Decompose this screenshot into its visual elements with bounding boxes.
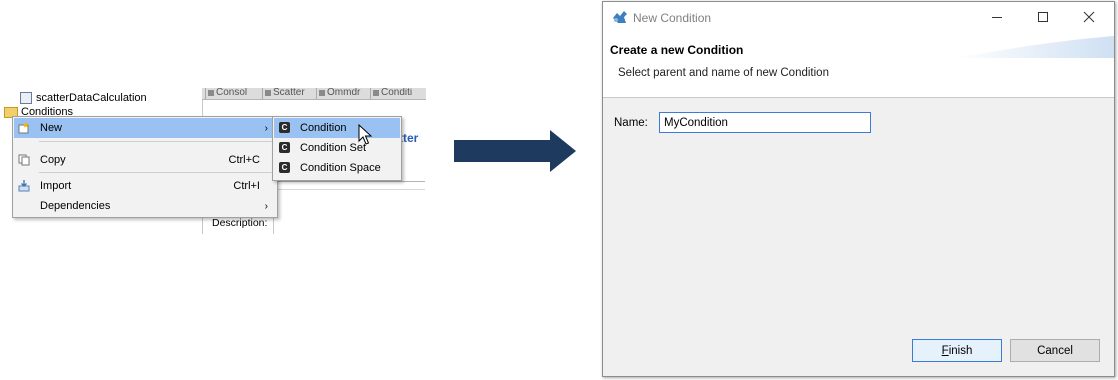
editor-divider bbox=[277, 181, 425, 190]
dialog-header-message: Select parent and name of new Condition bbox=[618, 67, 829, 79]
finish-label-rest: inish bbox=[948, 344, 973, 357]
minimize-icon[interactable] bbox=[988, 8, 1006, 26]
header-banner-graphic bbox=[954, 36, 1114, 58]
menu-item-dependencies[interactable]: Dependencies › bbox=[14, 196, 276, 216]
dialog-title: New Condition bbox=[633, 11, 712, 25]
screenshot-stage: Consol Scatter Ommdr Conditi tter Descri… bbox=[0, 0, 1118, 380]
app-icon bbox=[613, 11, 627, 23]
menu-separator bbox=[39, 141, 275, 142]
editor-tab[interactable]: Consol bbox=[205, 88, 260, 99]
submenu-item-label: Condition bbox=[300, 122, 347, 134]
cancel-button[interactable]: Cancel bbox=[1010, 339, 1100, 362]
editor-tab-strip: Consol Scatter Ommdr Conditi bbox=[202, 88, 426, 100]
menu-item-label: Dependencies bbox=[40, 200, 111, 212]
file-icon bbox=[20, 92, 32, 104]
import-icon bbox=[18, 180, 30, 192]
condition-icon: C bbox=[279, 122, 290, 133]
dialog-header: Create a new Condition Select parent and… bbox=[603, 32, 1114, 98]
editor-tab[interactable]: Conditi bbox=[370, 88, 426, 99]
chevron-right-icon: › bbox=[264, 200, 268, 212]
menu-separator bbox=[39, 172, 275, 173]
menu-item-label: New bbox=[40, 122, 63, 134]
close-icon[interactable] bbox=[1080, 8, 1098, 26]
mouse-pointer-icon bbox=[358, 124, 373, 145]
shortcut-label: Ctrl+I bbox=[233, 180, 260, 192]
description-label: Description: bbox=[212, 217, 268, 229]
condition-space-icon: C bbox=[279, 162, 290, 173]
tree-item-scatter[interactable]: scatterDataCalculation bbox=[20, 90, 147, 106]
submenu-item-condition[interactable]: C Condition bbox=[274, 118, 400, 138]
name-label: Name: bbox=[614, 117, 648, 129]
name-input[interactable] bbox=[659, 112, 871, 133]
submenu-item-condition-set[interactable]: C Condition Set bbox=[274, 138, 400, 158]
new-icon bbox=[18, 122, 29, 134]
editor-tab[interactable]: Ommdr bbox=[316, 88, 368, 99]
submenu-item-condition-space[interactable]: C Condition Space bbox=[274, 158, 400, 178]
maximize-icon[interactable] bbox=[1034, 8, 1052, 26]
copy-icon bbox=[18, 154, 30, 166]
dialog-titlebar: New Condition bbox=[603, 2, 1114, 32]
menu-item-new[interactable]: New › bbox=[14, 118, 276, 138]
menu-item-label: Copy bbox=[40, 154, 66, 166]
menu-item-copy[interactable]: Copy Ctrl+C bbox=[14, 150, 276, 170]
new-submenu: C Condition C Condition Set C Condition … bbox=[272, 116, 402, 181]
editor-tab[interactable]: Scatter bbox=[262, 88, 314, 99]
finish-button[interactable]: Finish bbox=[912, 339, 1002, 362]
submenu-item-label: Condition Space bbox=[300, 162, 381, 174]
menu-item-label: Import bbox=[40, 180, 72, 192]
context-menu: New › Copy Ctrl+C Import Ctrl+I Dependen… bbox=[12, 116, 278, 218]
chevron-right-icon: › bbox=[264, 122, 268, 134]
tree-item-label: scatterDataCalculation bbox=[36, 92, 147, 104]
new-condition-dialog: New Condition Create a new Condition Sel… bbox=[602, 1, 1115, 377]
menu-item-import[interactable]: Import Ctrl+I bbox=[14, 176, 276, 196]
finish-mnemonic: F bbox=[941, 344, 949, 357]
transition-arrow-icon bbox=[454, 130, 576, 172]
dialog-header-title: Create a new Condition bbox=[610, 43, 744, 57]
condition-set-icon: C bbox=[279, 142, 290, 153]
shortcut-label: Ctrl+C bbox=[228, 154, 260, 166]
submenu-item-label: Condition Set bbox=[300, 142, 367, 154]
